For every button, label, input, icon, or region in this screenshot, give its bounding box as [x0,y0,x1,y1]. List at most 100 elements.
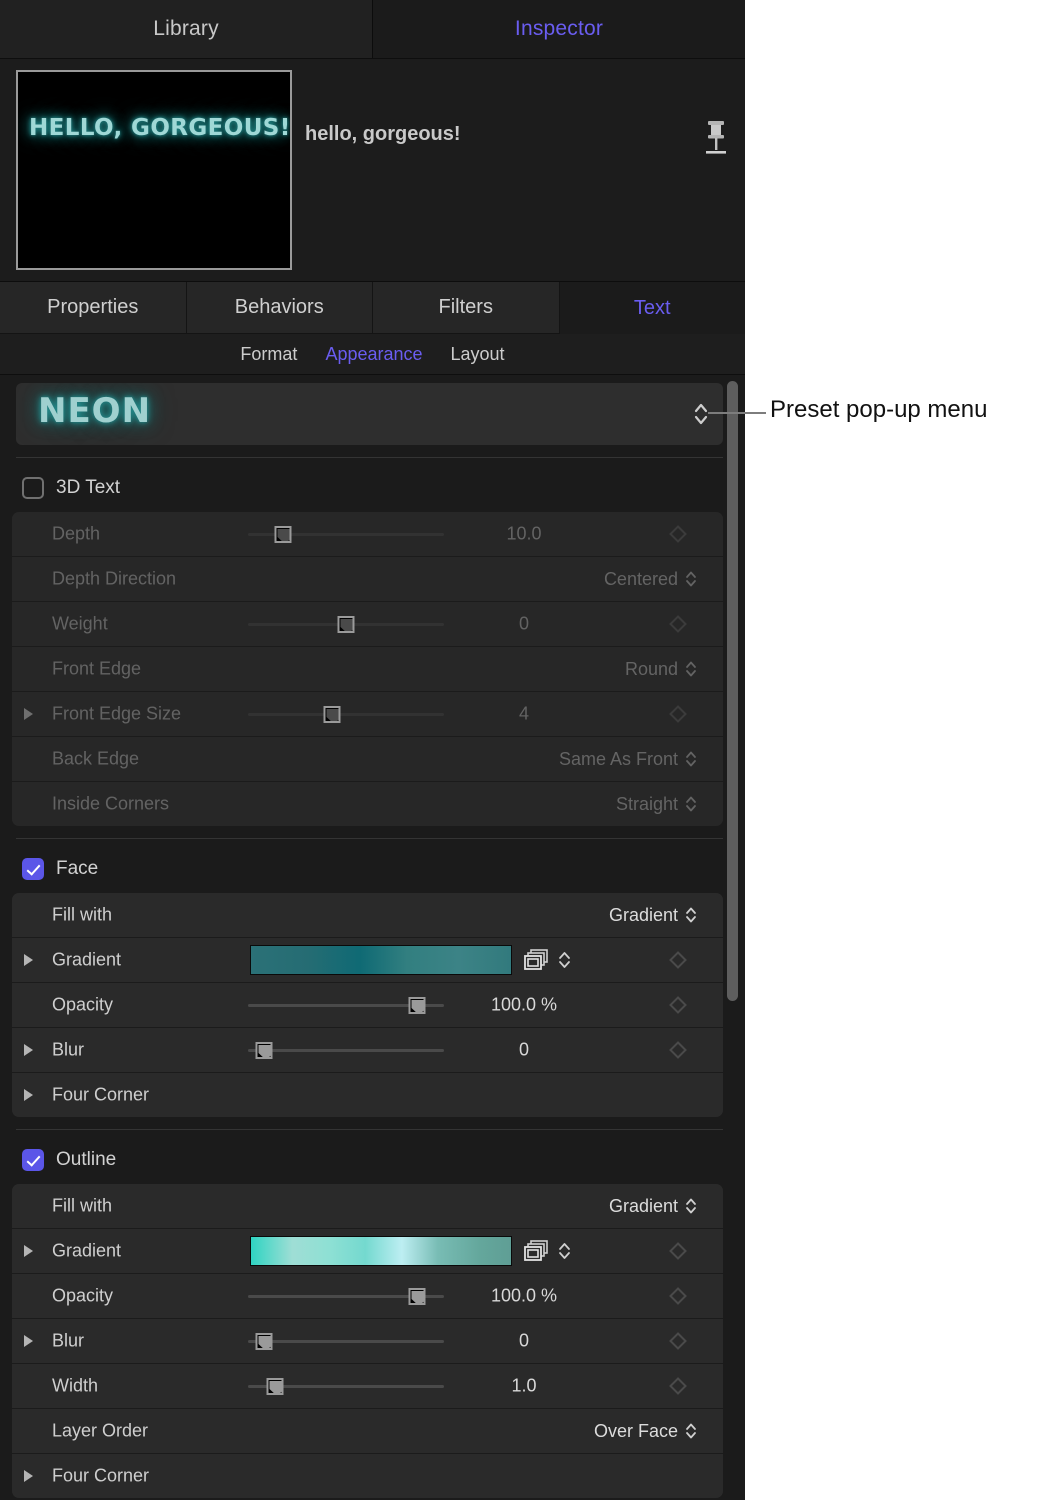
slider-face-blur[interactable] [248,1041,444,1059]
tab-inspector-label: Inspector [514,17,604,40]
row-face-fill-with[interactable]: Fill with Gradient [12,893,723,938]
row-outline-layer-order[interactable]: Layer Order Over Face [12,1409,723,1454]
popup-value: Gradient [608,1195,678,1216]
tab-filters[interactable]: Filters [373,282,560,334]
tab-behaviors[interactable]: Behaviors [186,282,373,334]
row-front-edge-size[interactable]: Front Edge Size 4 [12,692,723,737]
row-outline-blur[interactable]: Blur 0 [12,1319,723,1364]
value-outline-blur[interactable]: 0 [444,1331,604,1352]
slider-weight[interactable] [248,615,444,633]
row-outline-width[interactable]: Width 1.0 [12,1364,723,1409]
row-label: Fill with [52,904,113,925]
chevron-up-down-icon[interactable] [558,948,571,972]
value-face-opacity[interactable]: 100.0% [444,995,604,1016]
gradient-swatch-outline[interactable] [250,1236,512,1266]
scrollbar[interactable] [726,381,739,1497]
preview-thumbnail[interactable]: HELLO, GORGEOUS! [16,70,292,270]
keyframe-diamond-icon[interactable] [669,1287,687,1305]
slider-outline-blur[interactable] [248,1332,444,1350]
row-face-four-corner[interactable]: Four Corner [12,1073,723,1117]
row-outline-four-corner[interactable]: Four Corner [12,1454,723,1498]
row-depth-direction[interactable]: Depth Direction Centered [12,557,723,602]
subtab-layout[interactable]: Layout [451,344,505,365]
pin-icon[interactable] [699,119,733,161]
slider-thumb[interactable] [408,1288,426,1305]
popup-depth-direction[interactable]: Centered [604,568,697,590]
slider-thumb[interactable] [255,1042,273,1059]
checkbox-row-3d-text[interactable]: 3D Text [0,468,745,508]
appearance-scroll-area: NEON 3D Text Depth 10.0 Depth Direction … [0,375,745,1500]
popup-outline-fill-with[interactable]: Gradient [609,1195,697,1217]
row-outline-gradient[interactable]: Gradient [12,1229,723,1274]
row-front-edge[interactable]: Front Edge Round [12,647,723,692]
row-outline-opacity[interactable]: Opacity 100.0% [12,1274,723,1319]
row-face-gradient[interactable]: Gradient [12,938,723,983]
slider-outline-width[interactable] [248,1377,444,1395]
gradient-swatch-face[interactable] [250,945,512,975]
subtab-appearance[interactable]: Appearance [325,344,422,365]
preset-popup-menu[interactable]: NEON [16,383,723,445]
row-weight[interactable]: Weight 0 [12,602,723,647]
row-outline-fill-with[interactable]: Fill with Gradient [12,1184,723,1229]
tab-library[interactable]: Library [0,0,373,58]
disclosure-triangle-icon[interactable] [24,1335,33,1347]
disclosure-triangle-icon[interactable] [24,1089,33,1101]
chevron-up-down-icon [685,1420,697,1442]
slider-thumb[interactable] [323,706,341,723]
tab-properties[interactable]: Properties [0,282,187,334]
row-label: Depth Direction [52,568,177,589]
scrollbar-thumb[interactable] [727,381,738,1001]
keyframe-diamond-icon[interactable] [669,1041,687,1059]
value-outline-opacity[interactable]: 100.0% [444,1286,604,1307]
tab-inspector[interactable]: Inspector [373,0,745,58]
keyframe-diamond-icon[interactable] [669,1242,687,1260]
value-face-blur[interactable]: 0 [444,1040,604,1061]
value-weight[interactable]: 0 [444,614,604,635]
slider-thumb[interactable] [255,1333,273,1350]
checkbox-row-outline[interactable]: Outline [0,1140,745,1180]
slider-thumb[interactable] [408,997,426,1014]
keyframe-diamond-icon[interactable] [669,615,687,633]
keyframe-diamond-icon[interactable] [669,1332,687,1350]
row-face-opacity[interactable]: Opacity 100.0% [12,983,723,1028]
chevron-up-down-icon [685,793,697,815]
popup-outline-layer-order[interactable]: Over Face [594,1420,697,1442]
chevron-up-down-icon[interactable] [558,1239,571,1263]
disclosure-triangle-icon[interactable] [24,1470,33,1482]
popup-front-edge[interactable]: Round [625,658,697,680]
subtab-format[interactable]: Format [240,344,297,365]
checkbox-3d-text[interactable] [22,477,44,499]
row-face-blur[interactable]: Blur 0 [12,1028,723,1073]
slider-thumb[interactable] [266,1378,284,1395]
disclosure-triangle-icon[interactable] [24,1044,33,1056]
slider-depth[interactable] [248,525,444,543]
disclosure-triangle-icon[interactable] [24,1245,33,1257]
checkbox-face[interactable] [22,858,44,880]
row-depth[interactable]: Depth 10.0 [12,512,723,557]
popup-back-edge[interactable]: Same As Front [559,748,697,770]
keyframe-diamond-icon[interactable] [669,996,687,1014]
gradient-presets-icon[interactable] [524,1239,550,1263]
slider-face-opacity[interactable] [248,996,444,1014]
row-back-edge[interactable]: Back Edge Same As Front [12,737,723,782]
keyframe-diamond-icon[interactable] [669,525,687,543]
disclosure-triangle-icon[interactable] [24,954,33,966]
popup-inside-corners[interactable]: Straight [616,793,697,815]
keyframe-diamond-icon[interactable] [669,1377,687,1395]
keyframe-diamond-icon[interactable] [669,951,687,969]
value-depth[interactable]: 10.0 [444,524,604,545]
slider-outline-opacity[interactable] [248,1287,444,1305]
gradient-presets-icon[interactable] [524,948,550,972]
row-inside-corners[interactable]: Inside Corners Straight [12,782,723,826]
checkbox-outline[interactable] [22,1149,44,1171]
slider-front-edge-size[interactable] [248,705,444,723]
keyframe-diamond-icon[interactable] [669,705,687,723]
popup-face-fill-with[interactable]: Gradient [609,904,697,926]
value-outline-width[interactable]: 1.0 [444,1376,604,1397]
checkbox-row-face[interactable]: Face [0,849,745,889]
tab-text[interactable]: Text [559,282,745,334]
slider-thumb[interactable] [337,616,355,633]
slider-thumb[interactable] [274,526,292,543]
disclosure-triangle-icon[interactable] [24,708,33,720]
value-front-edge-size[interactable]: 4 [444,704,604,725]
